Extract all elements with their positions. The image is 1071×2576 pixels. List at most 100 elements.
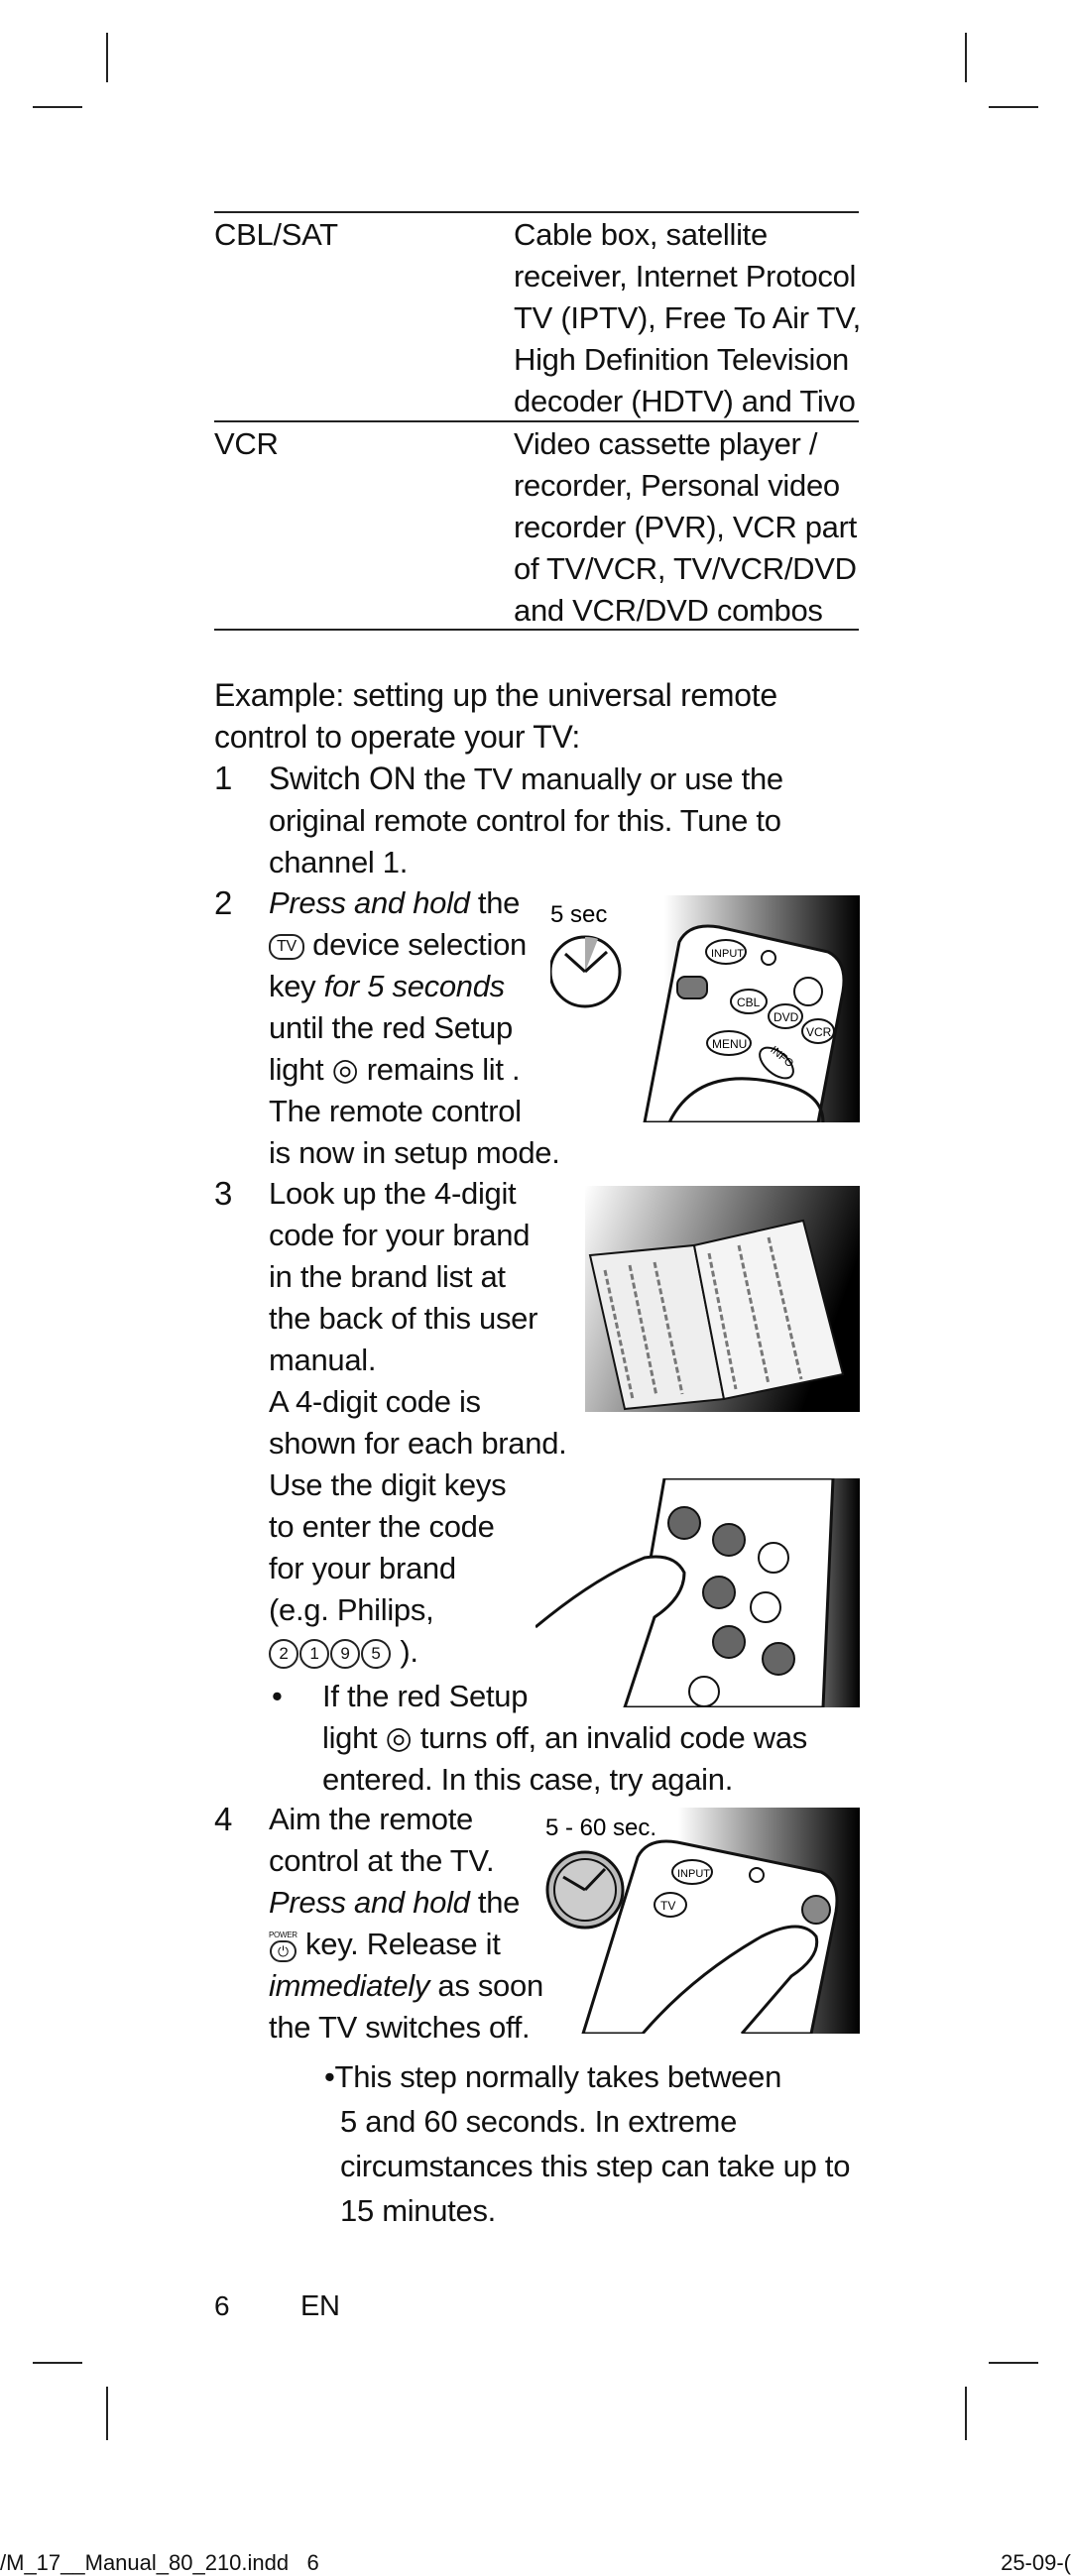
text-line: original remote control for this. Tune t… <box>269 803 781 838</box>
key-label: POWER <box>269 1930 298 1939</box>
key-label: INPUT <box>677 1868 710 1880</box>
emphasis: Press and hold <box>269 885 470 920</box>
text-line: code for your brand <box>269 1218 531 1252</box>
example-code: 2195 ). <box>269 1631 566 1673</box>
setup-light-icon <box>761 950 776 966</box>
emphasis: immediately <box>269 1968 430 2003</box>
text-line: shown for each brand. <box>269 1426 567 1461</box>
text-line: light ◎ turns off, an invalid code was <box>322 1720 807 1755</box>
crop-mark <box>106 2387 108 2440</box>
step-3-text: Look up the 4-digit code for your brand … <box>269 1173 567 1673</box>
text-line: 5 and 60 seconds. In extreme <box>340 2104 738 2139</box>
step-4-note: •This step normally takes between 5 and … <box>324 2054 850 2233</box>
text-line: Look up the 4-digit <box>269 1176 517 1211</box>
step-number: 4 <box>214 1801 233 1837</box>
text-line: for your brand <box>269 1551 456 1585</box>
crop-mark <box>989 106 1038 108</box>
text-line: Example: setting up the universal remote <box>214 677 777 713</box>
text-line: Cable box, satellite <box>514 217 768 252</box>
text-line: High Definition Television <box>514 342 849 377</box>
text: the <box>469 885 521 920</box>
power-key-icon: POWER ⏻ <box>269 1931 298 1962</box>
text-line: the TV switches off. <box>269 2010 531 2045</box>
text-line: light ◎ remains lit . <box>269 1052 521 1087</box>
text-line: (e.g. Philips, <box>269 1592 434 1627</box>
tv-key-icon: TV <box>269 933 304 960</box>
text-line: until the red Setup <box>269 1010 513 1045</box>
text-line: is now in setup mode. <box>269 1135 560 1170</box>
setup-light-icon <box>749 1867 765 1883</box>
duration-label: 5 sec <box>550 901 607 928</box>
digit-key-icon: 2 <box>269 1638 298 1669</box>
table-cell-device: CBL/SAT <box>214 217 338 252</box>
text-line: TV (IPTV), Free To Air TV, <box>514 300 861 335</box>
bullet-marker: • <box>272 1679 283 1713</box>
text-line: circumstances this step can take up to <box>340 2149 851 2183</box>
text-line: •This step normally takes between <box>324 2059 782 2094</box>
slug-date: 25-09-( <box>1001 2550 1071 2575</box>
text-line: and VCR/DVD combos <box>514 593 823 628</box>
step-number: 1 <box>214 760 233 796</box>
text-line: entered. In this case, try again. <box>322 1762 734 1797</box>
digit-key-icon: 5 <box>361 1638 391 1669</box>
text-line: to enter the code <box>269 1509 495 1544</box>
crop-mark <box>965 33 967 82</box>
digit-keys-illustration <box>536 1478 860 1707</box>
text: as soon <box>429 1968 543 2003</box>
text: device selection <box>303 927 527 962</box>
text-line: Use the digit keys <box>269 1467 507 1502</box>
power-key-icon <box>793 977 823 1006</box>
key-label: DVD <box>774 1010 799 1024</box>
text-line: Video cassette player / <box>514 426 818 461</box>
text-line: receiver, Internet Protocol <box>514 259 857 293</box>
power-key-icon <box>801 1895 831 1925</box>
crop-mark <box>989 2362 1038 2364</box>
key-label: MENU <box>712 1037 747 1051</box>
slug-filename: /M_17__Manual_80_210.indd 6 <box>0 2550 319 2575</box>
key-label: TV <box>660 1899 675 1913</box>
text-line: A 4-digit code is <box>269 1384 481 1419</box>
text: the <box>469 1885 521 1920</box>
emphasis: for 5 seconds <box>323 969 506 1003</box>
emphasis: Switch ON <box>269 761 416 796</box>
step-2-text: Press and hold the TV device selection k… <box>269 882 560 1174</box>
step-4-text: Aim the remote control at the TV. Press … <box>269 1799 543 2049</box>
text: the TV manually or use the <box>416 761 783 796</box>
crop-mark <box>965 2387 967 2440</box>
table-cell-device: VCR <box>214 426 279 461</box>
remote-setup-illustration: INPUT CBL DVD VCR MENU INFO 5 sec <box>550 895 860 1122</box>
text-line: decoder (HDTV) and Tivo <box>514 384 856 418</box>
text-line: recorder (PVR), VCR part <box>514 510 857 544</box>
key-label: CBL <box>737 995 761 1009</box>
step-number: 2 <box>214 884 233 921</box>
text-line: The remote control <box>269 1094 522 1128</box>
text-line: channel 1. <box>269 845 409 879</box>
crop-mark <box>33 106 82 108</box>
table-cell-description: Cable box, satellite receiver, Internet … <box>514 214 861 422</box>
text-line: the back of this user <box>269 1301 538 1336</box>
text: ). <box>392 1634 418 1669</box>
text-line: in the brand list at <box>269 1259 506 1294</box>
digit-key-icon: 9 <box>330 1638 360 1669</box>
emphasis: Press and hold <box>269 1885 470 1920</box>
text-line: control at the TV. <box>269 1843 495 1878</box>
text-line: 15 minutes. <box>340 2193 496 2228</box>
text: key <box>269 969 324 1003</box>
text-line: recorder, Personal video <box>514 468 840 503</box>
table-rule <box>214 420 859 422</box>
example-heading: Example: setting up the universal remote… <box>214 674 777 758</box>
text-line: of TV/VCR, TV/VCR/DVD <box>514 551 857 586</box>
duration-label: 5 - 60 sec. <box>545 1815 656 1841</box>
key-label: VCR <box>806 1025 832 1039</box>
step-1-text: Switch ON the TV manually or use the ori… <box>269 758 783 883</box>
tv-key-icon <box>676 976 708 999</box>
language-code: EN <box>300 2290 340 2322</box>
step-number: 3 <box>214 1175 233 1212</box>
page-number: 6 <box>214 2290 230 2321</box>
text-line: manual. <box>269 1343 377 1377</box>
digit-key-icon: 1 <box>299 1638 329 1669</box>
power-key-illustration: INPUT TV 5 - 60 sec. <box>545 1808 860 2034</box>
text-line: control to operate your TV: <box>214 719 580 755</box>
crop-mark <box>106 33 108 82</box>
text-line: Aim the remote <box>269 1802 473 1836</box>
